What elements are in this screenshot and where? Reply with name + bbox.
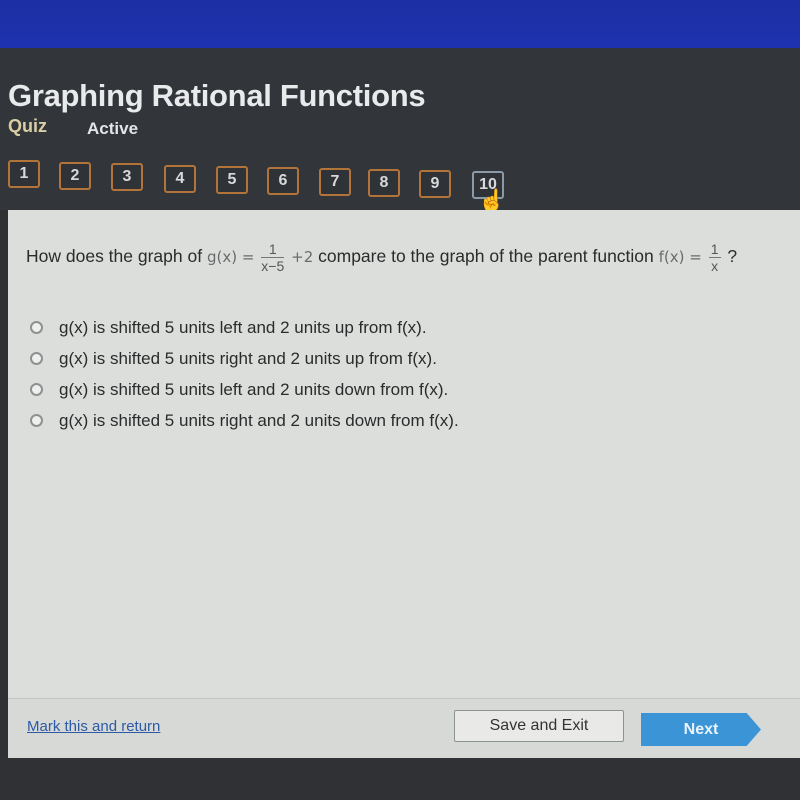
question-nav-8[interactable]: 8 <box>368 169 400 197</box>
question-nav-9[interactable]: 9 <box>419 170 451 198</box>
question-text: How does the graph of g(x) = 1 x−5 +2 co… <box>26 242 796 273</box>
question-nav-7[interactable]: 7 <box>319 168 351 196</box>
f-numerator: 1 <box>708 241 721 258</box>
answer-option-text: g(x) is shifted 5 units right and 2 unit… <box>59 410 459 430</box>
question-nav-2[interactable]: 2 <box>59 162 91 190</box>
answer-option-2[interactable]: g(x) is shifted 5 units right and 2 unit… <box>30 343 459 374</box>
g-numerator: 1 <box>261 242 285 258</box>
radio-button-icon[interactable] <box>30 321 43 334</box>
mark-and-return-link[interactable]: Mark this and return <box>27 718 160 735</box>
answer-options: g(x) is shifted 5 units left and 2 units… <box>30 312 459 436</box>
answer-option-4[interactable]: g(x) is shifted 5 units right and 2 unit… <box>30 405 459 436</box>
answer-option-3[interactable]: g(x) is shifted 5 units left and 2 units… <box>30 374 459 405</box>
radio-button-icon[interactable] <box>30 383 43 396</box>
g-constant: +2 <box>291 248 314 267</box>
question-nav-5[interactable]: 5 <box>216 166 248 194</box>
answer-option-text: g(x) is shifted 5 units left and 2 units… <box>59 379 449 399</box>
f-denominator: x <box>711 258 719 274</box>
f-function-label: f(x) = <box>658 248 702 267</box>
g-fraction: 1 x−5 <box>261 242 285 274</box>
question-nav-1[interactable]: 1 <box>8 160 40 188</box>
answer-option-text: g(x) is shifted 5 units right and 2 unit… <box>59 348 437 368</box>
quiz-status: Active <box>87 119 139 138</box>
g-denominator: x−5 <box>261 258 285 274</box>
next-button[interactable]: Next <box>641 713 761 746</box>
top-bar <box>0 0 800 48</box>
radio-button-icon[interactable] <box>30 414 43 427</box>
question-nav-6[interactable]: 6 <box>267 167 299 195</box>
question-nav-4[interactable]: 4 <box>164 165 196 193</box>
question-end: ? <box>727 246 738 267</box>
quiz-type-label: Quiz <box>8 116 47 136</box>
page-title: Graphing Rational Functions <box>8 78 426 113</box>
radio-button-icon[interactable] <box>30 352 43 365</box>
answer-option-text: g(x) is shifted 5 units left and 2 units… <box>59 317 427 337</box>
g-function-label: g(x) = <box>206 248 255 267</box>
answer-option-1[interactable]: g(x) is shifted 5 units left and 2 units… <box>30 312 459 343</box>
question-prefix: How does the graph of <box>26 246 203 267</box>
screen-bezel <box>0 758 800 800</box>
question-panel <box>8 210 800 698</box>
question-middle: compare to the graph of the parent funct… <box>318 246 654 267</box>
save-and-exit-button[interactable]: Save and Exit <box>454 710 624 742</box>
question-nav-3[interactable]: 3 <box>111 163 143 191</box>
f-fraction: 1 x <box>708 241 721 274</box>
